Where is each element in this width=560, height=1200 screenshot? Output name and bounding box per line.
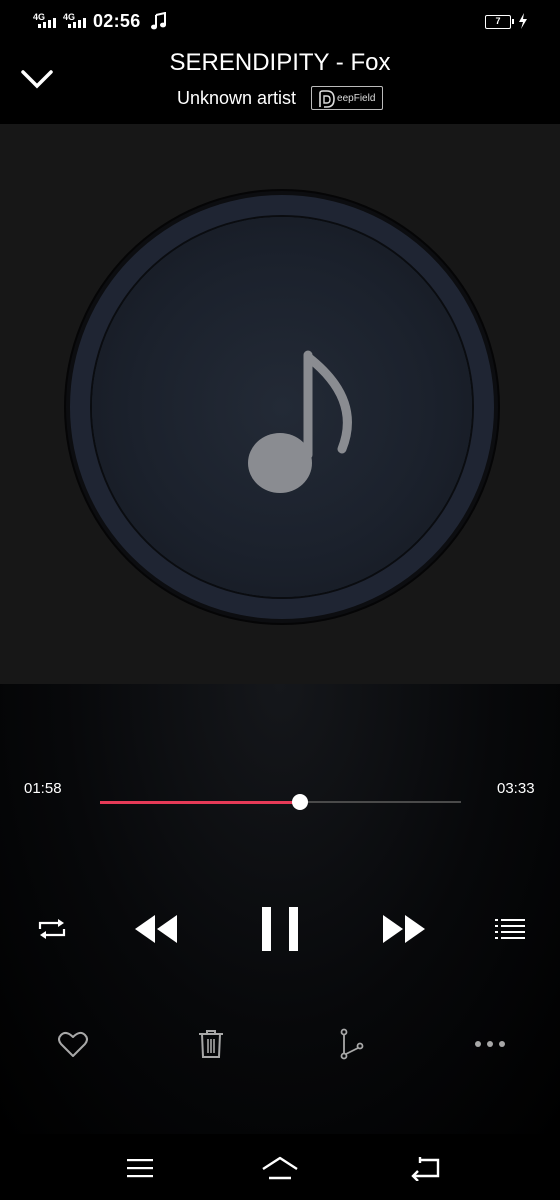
album-art-area	[0, 124, 560, 684]
playlist-icon	[495, 919, 525, 939]
previous-button[interactable]	[128, 906, 184, 952]
next-button[interactable]	[376, 906, 432, 952]
album-disc	[66, 191, 498, 623]
menu-icon	[127, 1159, 153, 1178]
heart-icon	[58, 1031, 88, 1057]
home-icon	[262, 1156, 298, 1180]
favorite-button[interactable]	[52, 1024, 94, 1064]
signal-bars-icon	[68, 18, 86, 28]
system-nav-bar	[0, 1134, 560, 1200]
pause-button[interactable]	[250, 900, 310, 958]
delete-button[interactable]	[190, 1024, 232, 1064]
signal-bars-icon	[38, 18, 56, 28]
progress-thumb[interactable]	[291, 794, 308, 810]
music-note-icon	[151, 12, 166, 30]
back-button[interactable]	[404, 1148, 448, 1188]
current-time: 01:58	[24, 780, 62, 797]
player-header: SERENDIPITY - Fox Unknown artist eepFiel…	[0, 44, 560, 124]
share-button[interactable]	[330, 1024, 372, 1064]
music-note-icon	[248, 350, 352, 493]
deepfield-label: eepField	[337, 93, 376, 104]
share-icon	[340, 1028, 364, 1060]
trash-icon	[199, 1030, 223, 1058]
more-button[interactable]	[468, 1024, 512, 1064]
home-button[interactable]	[256, 1148, 304, 1188]
status-bar: 4G 4G 02:56 7	[0, 0, 560, 44]
signal-2: 4G	[63, 12, 86, 28]
lightning-icon	[519, 13, 527, 29]
song-title: SERENDIPITY - Fox	[169, 49, 391, 76]
progress-played	[100, 800, 300, 804]
menu-button[interactable]	[118, 1148, 162, 1188]
artist-row: Unknown artist eepField	[0, 86, 560, 110]
artist-name: Unknown artist	[176, 87, 297, 108]
rewind-icon	[135, 915, 177, 943]
pause-icon	[262, 907, 298, 951]
total-time: 03:33	[497, 780, 535, 797]
battery-indicator: 7	[485, 15, 514, 29]
status-time: 02:56	[93, 11, 141, 31]
deepfield-logo-icon	[319, 90, 335, 108]
repeat-icon	[38, 919, 66, 939]
deepfield-button[interactable]: eepField	[311, 86, 384, 110]
fast-forward-icon	[383, 915, 425, 943]
playlist-button[interactable]	[490, 910, 530, 948]
progress-bar[interactable]	[100, 794, 461, 810]
signal-1: 4G	[33, 12, 56, 28]
controls-panel: 01:58 03:33	[0, 684, 560, 1134]
more-icon	[475, 1041, 505, 1047]
back-icon	[411, 1157, 440, 1181]
album-disc-center	[92, 217, 472, 597]
repeat-button[interactable]	[30, 910, 74, 948]
